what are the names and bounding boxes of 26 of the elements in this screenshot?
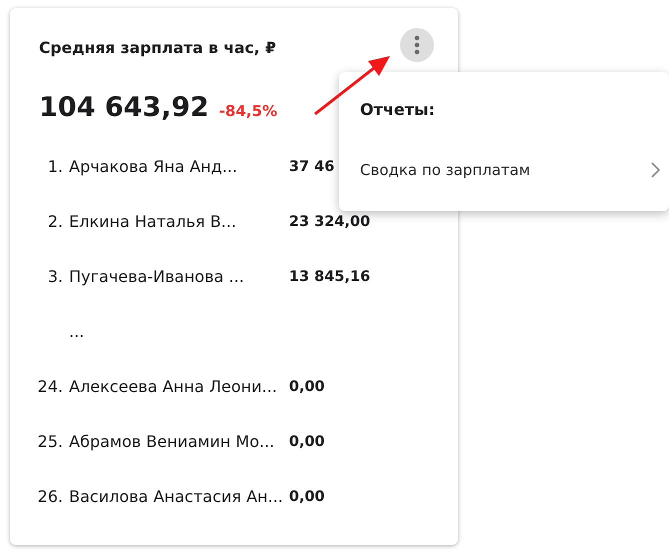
total-value: 104 643,92: [39, 92, 209, 123]
employee-name: Алексеева Анна Леони...: [69, 377, 278, 396]
employee-name: Арчакова Яна Анд...: [69, 157, 238, 176]
chevron-right-icon: [651, 162, 660, 178]
employee-name: Василова Анастасия Ан...: [69, 487, 283, 506]
salary-value: 13 845,16: [289, 268, 370, 284]
rank-number: 3.: [46, 267, 63, 286]
employee-name: Пугачева-Иванова ...: [69, 267, 246, 286]
salary-value: 0,00: [289, 488, 326, 504]
change-percent: -84,5%: [218, 102, 278, 120]
salary-value: 0,00: [289, 434, 326, 450]
salary-value: 23 324,00: [289, 214, 370, 230]
rank-number: 25.: [36, 432, 63, 451]
rank-number: 1.: [46, 157, 63, 176]
employee-name: Абрамов Вениамин Мо...: [69, 432, 276, 451]
salary-value: 0,00: [289, 378, 326, 394]
card-title: Средняя зарплата в час, ₽: [39, 39, 276, 57]
more-icon: [414, 35, 420, 55]
employee-name: Елкина Наталья В...: [69, 212, 238, 231]
menu-item[interactable]: Сводка по зарплатам: [360, 161, 660, 179]
rank-number: 24.: [36, 377, 63, 396]
ellipsis-text: ...: [69, 322, 86, 341]
menu-title: Отчеты:: [360, 100, 436, 119]
rank-number: 26.: [36, 487, 63, 506]
more-button[interactable]: [400, 28, 434, 62]
rank-number: 2.: [46, 212, 63, 231]
